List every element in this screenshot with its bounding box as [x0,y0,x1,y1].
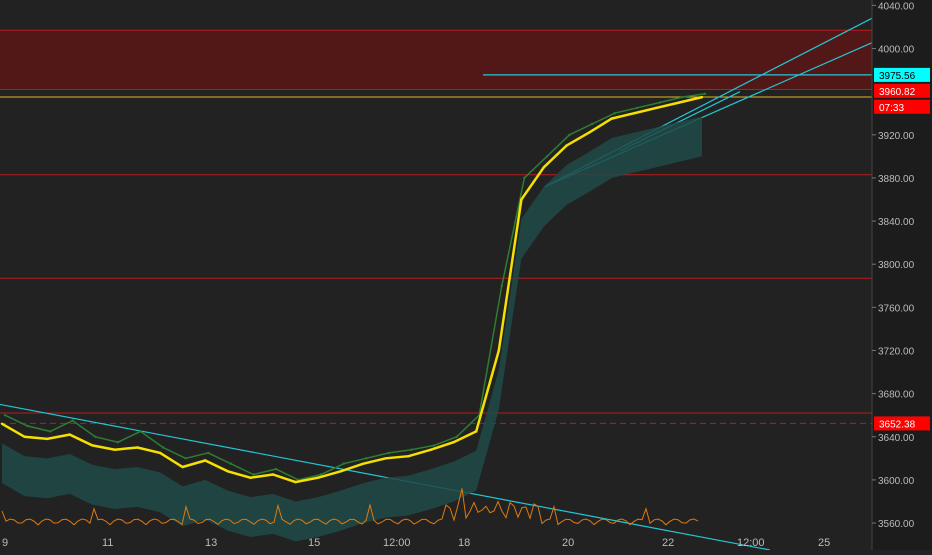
x-tick-label: 11 [102,537,113,549]
price-point [113,448,117,451]
price-point [68,433,71,436]
y-tick-label: 3920.00 [878,131,915,142]
price-point [410,448,413,451]
x-tick-label: 13 [205,537,217,549]
price-point [407,455,410,458]
price-point [387,451,391,455]
price-point [94,435,97,438]
price-point [274,467,278,471]
price-axis-panel [872,0,932,550]
price-point [365,457,368,460]
price-point [703,92,707,96]
price-point [46,437,49,441]
price-label-text: 07:33 [879,103,904,114]
price-point [700,95,704,99]
price-label-text: 3652.38 [879,419,916,430]
price-point [542,166,546,169]
price-point [429,448,433,451]
price-point [678,101,681,104]
price-point [226,470,229,473]
price-point [545,155,549,158]
price-point [452,441,455,444]
price-point [294,480,297,484]
price-point [587,131,591,134]
y-tick-label: 3760.00 [878,303,915,314]
x-tick-label: 12:00 [737,537,765,549]
price-point [362,462,365,465]
y-tick-label: 3560.00 [878,519,915,530]
price-point [658,101,661,104]
price-point [610,117,613,120]
price-point [633,112,636,115]
price-point [316,476,320,479]
x-tick-label: 15 [308,537,320,549]
y-tick-label: 3680.00 [878,390,915,401]
price-point [565,144,568,147]
y-tick-label: 3640.00 [878,433,915,444]
price-point [23,435,26,438]
price-point [590,122,594,126]
price-point [184,457,187,460]
price-point [229,462,232,465]
price-point [26,424,29,428]
price-point [613,112,616,115]
y-tick-label: 3600.00 [878,476,915,487]
price-point [497,349,500,352]
price-point [0,422,4,425]
price-point [432,444,436,447]
price-point [339,470,342,473]
price-point [655,106,658,110]
price-point [500,284,503,287]
y-tick-label: 4040.00 [878,1,915,12]
price-point [158,451,162,455]
price-point [3,414,7,417]
price-point [116,441,120,444]
price-point [271,473,275,476]
chart-svg[interactable]: 3560.00 3600.00 3640.00 3680.00 3720.00 3760.… [0,0,932,551]
price-point [161,446,165,449]
price-point [523,176,526,180]
price-point [520,198,523,201]
x-tick-label: 12:00 [383,537,411,549]
price-point [181,465,184,469]
x-tick-label: 20 [562,537,574,549]
price-point [455,435,458,438]
price-point [384,457,388,460]
chart[interactable]: 3560.00 3600.00 3640.00 3680.00 3720.00 3760.… [0,0,932,551]
y-tick-label: 3880.00 [878,174,915,185]
price-point [139,430,142,433]
x-tick-label: 22 [662,537,674,549]
resistance-zone [0,30,872,90]
price-point [204,459,207,462]
x-tick-label: 25 [818,537,830,549]
y-tick-label: 3720.00 [878,346,915,357]
price-point [636,106,639,110]
price-point [207,451,210,455]
price-point [136,446,139,449]
price-label-text: 3960.82 [879,87,916,98]
x-tick-label: 9 [2,537,8,549]
x-tick-label: 18 [458,537,470,549]
price-point [568,133,571,136]
price-point [91,444,94,447]
price-point [49,430,52,433]
y-tick-label: 4000.00 [878,45,915,56]
price-label-text: 3975.56 [879,71,916,82]
price-point [252,473,255,476]
y-tick-label: 3800.00 [878,260,915,271]
price-point [475,430,478,433]
price-point [342,462,345,465]
y-tick-label: 3840.00 [878,217,915,228]
price-point [681,95,684,99]
price-point [71,419,74,422]
price-point [249,476,252,479]
